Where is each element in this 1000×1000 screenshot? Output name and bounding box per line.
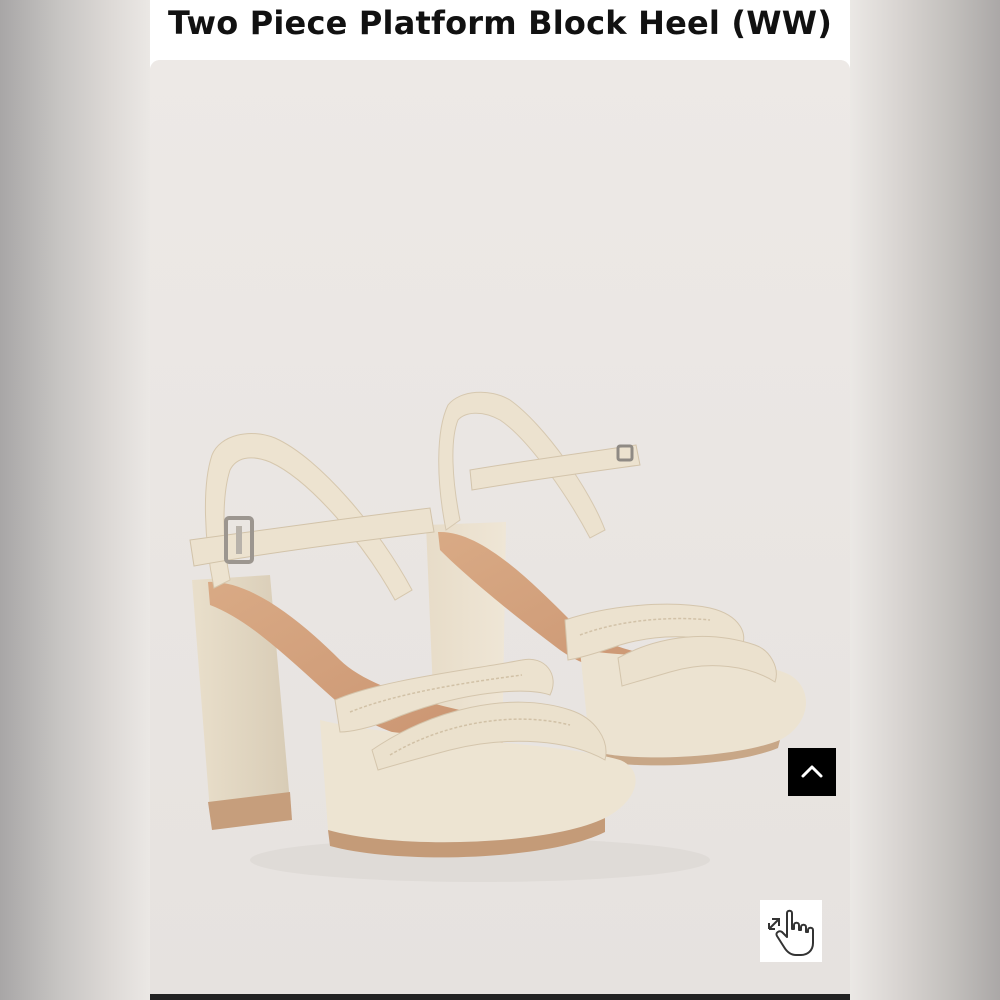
scroll-to-top-button[interactable] [788, 748, 836, 796]
product-title: Two Piece Platform Block Heel (WW) [167, 4, 833, 42]
product-page: Two Piece Platform Block Heel (WW) [150, 0, 850, 1000]
chevron-up-icon [801, 765, 823, 778]
zoom-button[interactable] [760, 900, 822, 962]
sandals-photo [150, 60, 850, 1000]
bottom-edge-bar [150, 994, 850, 1000]
hand-pointer-expand-icon [768, 909, 814, 956]
product-image[interactable] [150, 60, 850, 1000]
